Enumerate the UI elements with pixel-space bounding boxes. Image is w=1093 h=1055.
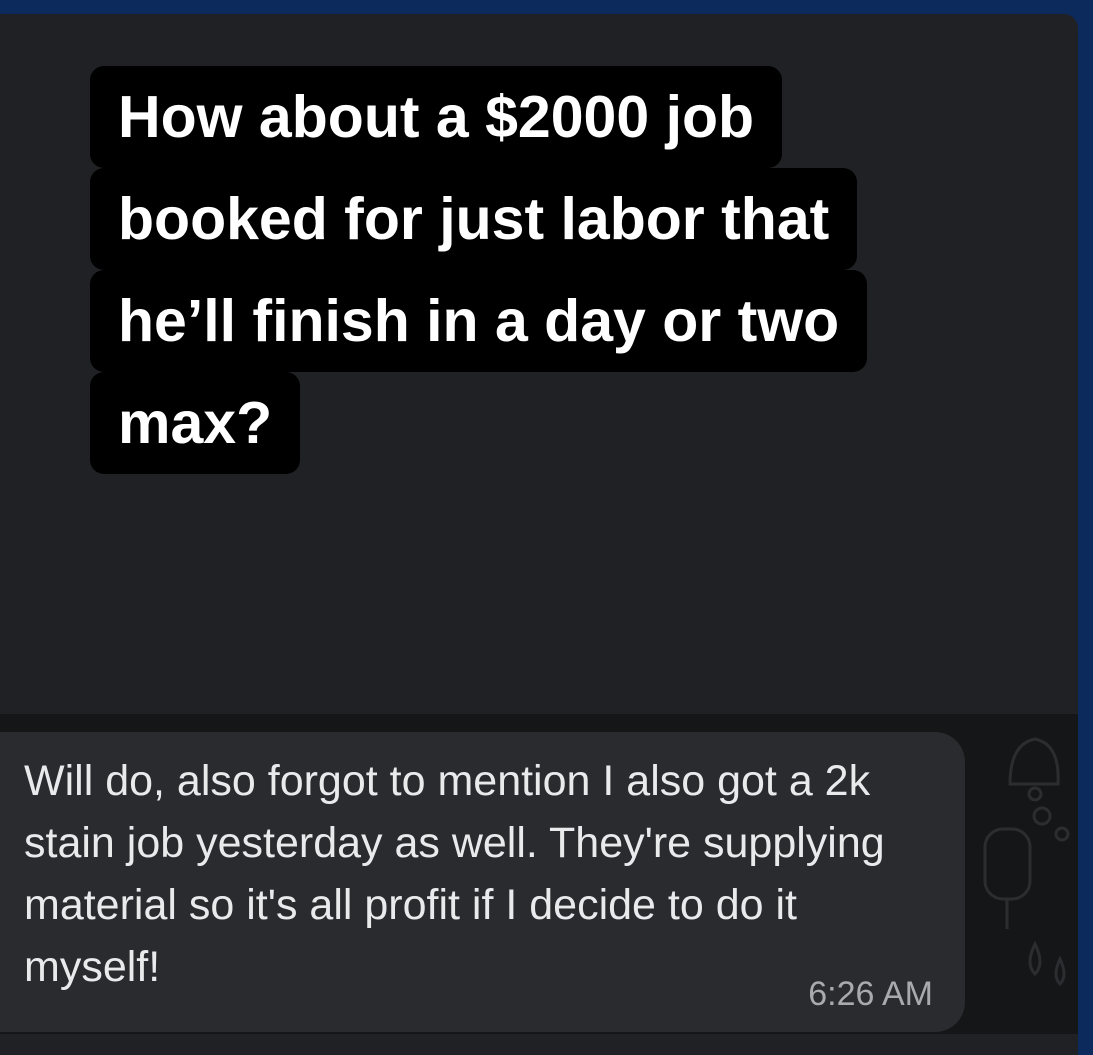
meme-caption: How about a $2000 job booked for just la… (90, 66, 1078, 474)
incoming-message-bubble[interactable]: Will do, also forgot to mention I also g… (0, 732, 965, 1032)
message-timestamp: 6:26 AM (808, 975, 933, 1013)
drops-doodle-icon (1028, 940, 1066, 987)
screenshot-frame: How about a $2000 job booked for just la… (0, 0, 1093, 1055)
circles-doodle-icon (1032, 806, 1070, 842)
caption-line-3: he’ll finish in a day or two (90, 270, 868, 372)
message-text: Will do, also forgot to mention I also g… (24, 757, 885, 991)
caption-line-4: max? (90, 372, 301, 474)
bell-doodle-icon (1008, 737, 1060, 802)
caption-line-1: How about a $2000 job (90, 66, 783, 168)
caption-line-2: booked for just labor that (90, 168, 858, 270)
chat-panel: How about a $2000 job booked for just la… (0, 14, 1078, 1055)
